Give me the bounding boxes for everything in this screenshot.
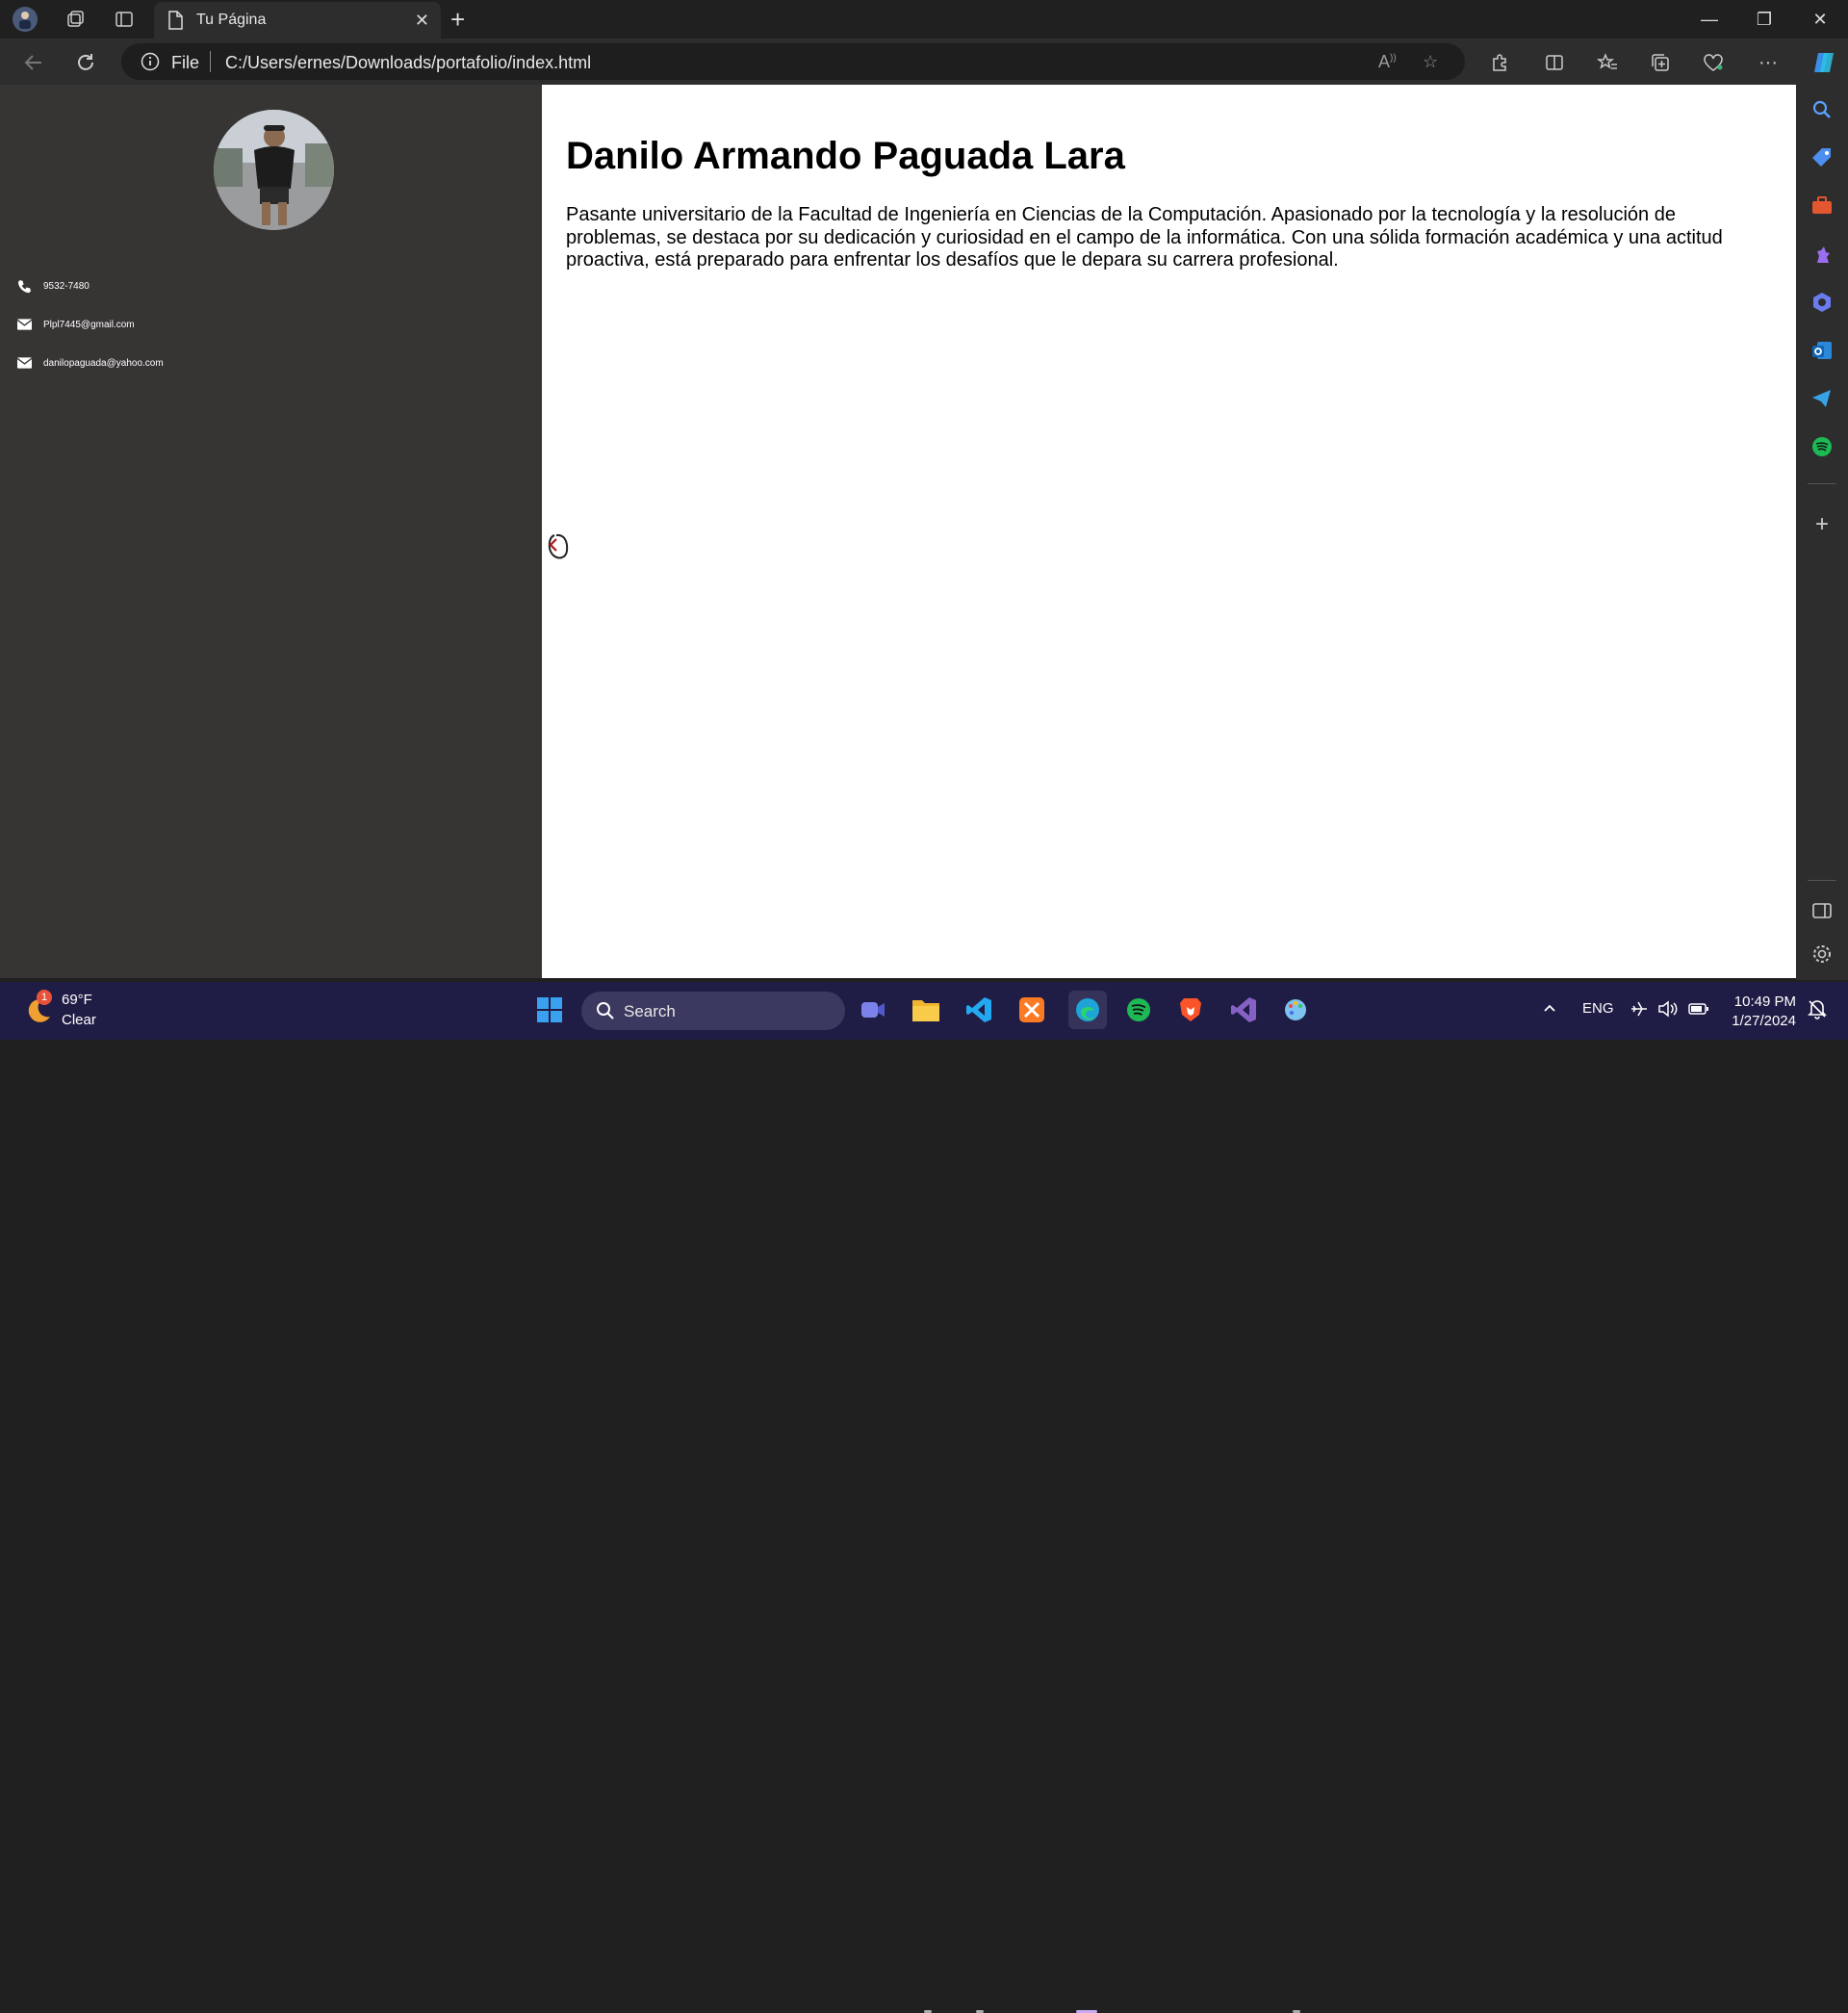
split-screen-icon[interactable] <box>1540 48 1569 77</box>
tab-actions-icon[interactable] <box>112 7 137 32</box>
start-windows-icon[interactable] <box>533 994 566 1026</box>
brave-browser-icon[interactable] <box>1174 994 1207 1026</box>
teams-meet-icon[interactable] <box>857 994 889 1026</box>
email-address-1[interactable]: Plpl7445@gmail.com <box>43 320 135 330</box>
sidebar-divider-bottom <box>1808 880 1836 881</box>
search-icon[interactable] <box>1810 97 1835 122</box>
read-aloud-icon[interactable]: A)) <box>1378 52 1397 72</box>
visual-studio-icon[interactable] <box>1227 994 1260 1026</box>
spotify-app-icon[interactable] <box>1122 994 1155 1026</box>
airplane-mode-icon[interactable] <box>1630 1000 1649 1021</box>
weather-temperature[interactable]: 69°F <box>62 992 92 1008</box>
back-arrow-icon[interactable] <box>19 48 48 77</box>
address-scheme-label: File <box>171 53 200 72</box>
sidebar-divider <box>1808 483 1836 484</box>
workspaces-icon[interactable] <box>63 7 88 32</box>
browser-tab-bar: Tu Página ✕ + — ❐ ✕ <box>0 0 1848 39</box>
more-options-icon[interactable]: ··· <box>1754 48 1783 77</box>
cursor-scribble-icon <box>545 529 579 569</box>
mail-icon <box>15 354 33 372</box>
close-window-icon[interactable]: ✕ <box>1801 6 1839 33</box>
page-viewport: 9532-7480 Plpl7445@gmail.com danilopagua… <box>0 85 1796 978</box>
tab-title: Tu Página <box>196 12 267 28</box>
minimize-icon[interactable]: — <box>1690 6 1729 33</box>
paint-palette-icon[interactable] <box>1280 994 1313 1026</box>
file-explorer-icon[interactable] <box>910 994 942 1026</box>
address-separator <box>210 51 211 72</box>
tools-briefcase-icon[interactable] <box>1810 194 1835 219</box>
edge-sidebar: + <box>1796 85 1848 980</box>
profile-photo <box>214 110 334 230</box>
shopping-tag-icon[interactable] <box>1810 145 1835 170</box>
send-telegram-icon[interactable] <box>1810 386 1835 411</box>
notification-bell-icon[interactable] <box>1808 998 1827 1023</box>
favorites-icon[interactable] <box>1593 48 1622 77</box>
extensions-icon[interactable] <box>1485 48 1514 77</box>
url-text[interactable]: C:/Users/ernes/Downloads/portafolio/inde… <box>225 53 591 73</box>
site-info-icon[interactable] <box>141 52 160 76</box>
profile-sidebar: 9532-7480 Plpl7445@gmail.com danilopagua… <box>0 85 542 978</box>
windows-taskbar: 1 69°F Clear Search ENG 10:49 PM 1/27/20… <box>0 982 1848 2013</box>
system-clock[interactable]: 10:49 PM 1/27/2024 <box>1719 993 1796 1031</box>
browser-toolbar: File C:/Users/ernes/Downloads/portafolio… <box>0 39 1848 85</box>
collections-icon[interactable] <box>1646 48 1675 77</box>
browser-essentials-icon[interactable] <box>1699 48 1728 77</box>
main-content: Danilo Armando Paguada Lara Pasante univ… <box>542 85 1796 978</box>
mail-icon <box>15 316 33 333</box>
favorite-star-icon[interactable]: ☆ <box>1423 52 1438 72</box>
copilot-sidebar-icon[interactable] <box>1810 290 1835 315</box>
phone-number: 9532-7480 <box>43 280 90 292</box>
refresh-icon[interactable] <box>71 48 100 77</box>
search-magnifier-icon <box>595 1000 616 1026</box>
email-address-2[interactable]: danilopaguada@yahoo.com <box>43 358 164 369</box>
edge-browser-icon[interactable] <box>1068 991 1107 1029</box>
chevron-up-icon[interactable] <box>1542 1000 1557 1019</box>
games-chess-icon[interactable] <box>1810 242 1835 267</box>
screen: Tu Página ✕ + — ❐ ✕ File C:/Users/ernes/… <box>0 0 1848 2013</box>
tab-active[interactable]: Tu Página ✕ <box>154 2 441 39</box>
weather-alert-badge: 1 <box>37 990 52 1005</box>
clock-date: 1/27/2024 <box>1732 1013 1796 1029</box>
vscode-icon[interactable] <box>962 994 995 1026</box>
bio-paragraph: Pasante universitario de la Facultad de … <box>566 204 1723 271</box>
new-tab-plus-icon[interactable]: + <box>450 5 465 35</box>
search-label: Search <box>624 1002 676 1020</box>
add-plus-icon[interactable]: + <box>1810 512 1835 537</box>
outlook-icon[interactable] <box>1810 338 1835 363</box>
page-title: Danilo Armando Paguada Lara <box>566 135 1125 177</box>
contact-email-1: Plpl7445@gmail.com <box>15 315 135 334</box>
contact-email-2: danilopaguada@yahoo.com <box>15 353 164 373</box>
restore-icon[interactable]: ❐ <box>1745 6 1784 33</box>
phone-icon <box>15 277 33 295</box>
tab-close-icon[interactable]: ✕ <box>415 11 429 31</box>
volume-icon[interactable] <box>1657 1000 1679 1021</box>
address-bar[interactable]: File C:/Users/ernes/Downloads/portafolio… <box>121 43 1465 80</box>
copilot-icon[interactable] <box>1810 48 1838 77</box>
weather-condition[interactable]: Clear <box>62 1012 96 1028</box>
hide-sidebar-icon[interactable] <box>1810 898 1835 923</box>
spotify-icon[interactable] <box>1810 434 1835 459</box>
input-language[interactable]: ENG <box>1582 1000 1614 1017</box>
xampp-icon[interactable] <box>1015 994 1048 1026</box>
settings-gear-icon[interactable] <box>1810 942 1835 967</box>
taskbar-search[interactable]: Search <box>581 992 845 1030</box>
battery-icon[interactable] <box>1688 1000 1709 1021</box>
clock-time: 10:49 PM <box>1733 994 1796 1010</box>
contact-phone: 9532-7480 <box>15 276 90 296</box>
page-document-icon <box>167 11 183 35</box>
profile-avatar-icon[interactable] <box>13 7 38 32</box>
